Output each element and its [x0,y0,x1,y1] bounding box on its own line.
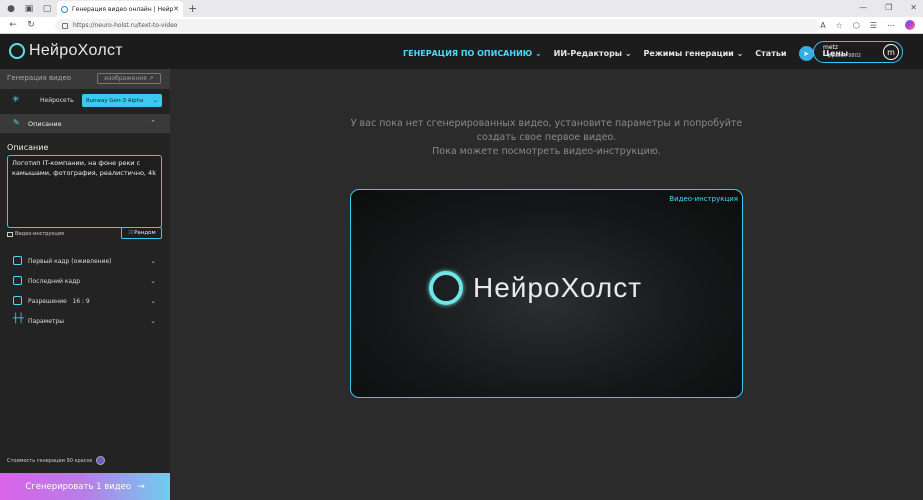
window-close-icon[interactable]: ✕ [910,3,917,12]
image-icon [13,276,22,285]
empty-state-message: У вас пока нет сгенерированных видео, ус… [350,118,743,157]
site-header: НейроХолст ГЕНЕРАЦИЯ ПО ОПИСАНИЮ ⌄ ИИ-Ре… [0,34,923,69]
avatar[interactable]: m [883,44,899,60]
user-credits: Красок 9802 [828,53,861,59]
resolution-accordion[interactable]: Разрешение 16 : 9 ⌄ [0,292,170,311]
browser-tab[interactable]: Генерация видео онлайн | Нейр ✕ [57,1,183,17]
main-area: У вас пока нет сгенерированных видео, ус… [170,69,923,500]
minimize-icon[interactable]: — [859,3,867,12]
description-title: Описание [7,143,49,152]
images-button[interactable]: изображения ↗ [97,73,161,84]
site-logo[interactable]: НейроХолст [9,42,123,60]
sidebar-title: Генерация видео [7,74,72,82]
description-accordion-label: Описание [28,120,62,128]
description-accordion[interactable]: ✎ Описание ⌃ [0,114,170,133]
tab-actions-icon[interactable]: ▢ [40,2,54,16]
logo-text: НейроХолст [29,42,123,59]
network-icon: ✳ [12,95,20,105]
chevron-down-icon: ⌄ [152,97,158,104]
browser-tab-bar: ● ▣ ▢ Генерация видео онлайн | Нейр ✕ + … [0,0,923,17]
chevron-down-icon: ⌄ [150,297,156,305]
pencil-icon: ✎ [13,118,20,127]
network-row: ✳ Нейросеть Runway Gen-3 Alpha ⌄ [0,90,170,112]
first-frame-label: Первый кадр (оживление) [28,258,112,265]
top-nav: ГЕНЕРАЦИЯ ПО ОПИСАНИЮ ⌄ ИИ-Редакторы ⌄ Р… [403,46,860,61]
video-label: Видео-инструкция [669,195,738,203]
film-icon [7,231,13,237]
browser-address-bar: ← ↻ https://neuro-holst.ru/text-to-video… [0,17,923,34]
first-frame-accordion[interactable]: Первый кадр (оживление) ⌄ [0,252,170,271]
tab-favicon-icon [61,5,68,13]
url-field[interactable]: https://neuro-holst.ru/text-to-video [55,19,820,32]
chevron-up-icon: ⌃ [150,119,156,127]
nav-articles[interactable]: Статьи [755,49,786,58]
network-label: Нейросеть [40,97,74,104]
generation-cost: Стоимость генерации 90 красок [7,456,105,465]
sidebar-header: Генерация видео изображения ↗ [0,69,170,89]
logo-ring-icon [9,43,25,59]
video-brand: НейроХолст [429,271,642,305]
parameters-label: Параметры [28,318,64,325]
restore-icon[interactable]: ❐ [885,3,892,12]
sidebar: Генерация видео изображения ↗ ✳ Нейросет… [0,69,170,500]
nav-generation-by-description[interactable]: ГЕНЕРАЦИЯ ПО ОПИСАНИЮ ⌄ [403,49,542,58]
user-badge[interactable]: metz Красок 9802 m [813,41,903,63]
new-tab-icon[interactable]: + [188,2,197,15]
last-frame-label: Последний кадр [28,278,81,285]
video-brand-text: НейроХолст [473,272,643,303]
favorites-icon[interactable]: ☰ [870,21,877,30]
telegram-icon[interactable]: ➤ [798,46,814,61]
generate-button[interactable]: Сгенерировать 1 видео → [0,473,170,500]
chevron-down-icon: ⌄ [150,317,156,325]
resolution-label: Разрешение 16 : 9 [28,298,90,305]
read-aloud-icon[interactable]: A [820,21,825,30]
coin-icon [95,456,105,465]
aspect-ratio-icon [13,296,22,305]
more-icon[interactable]: ⋯ [887,21,895,30]
workspaces-icon[interactable]: ▣ [22,2,36,16]
nav-generation-modes[interactable]: Режимы генерации ⌄ [644,49,744,58]
shuffle-icon: ⤨ [127,229,133,236]
chevron-down-icon: ⌄ [150,277,156,285]
logo-ring-icon [429,271,463,305]
extensions-icon[interactable]: ⬡ [853,21,860,30]
favorite-star-icon[interactable]: ☆ [836,21,843,30]
nav-ai-editors[interactable]: ИИ-Редакторы ⌄ [554,49,632,58]
last-frame-accordion[interactable]: Последний кадр ⌄ [0,272,170,291]
chevron-down-icon: ⌄ [150,257,156,265]
tab-close-icon[interactable]: ✕ [173,5,179,13]
video-guide-player[interactable]: Видео-инструкция НейроХолст [350,189,743,398]
lock-icon [62,22,68,29]
copilot-icon[interactable] [905,20,915,30]
description-textarea[interactable]: Логотип IT-компании, на фоне реки с камы… [7,155,162,228]
image-icon [13,256,22,265]
arrow-right-icon: → [137,481,145,492]
network-select[interactable]: Runway Gen-3 Alpha ⌄ [82,94,162,107]
tab-title: Генерация видео онлайн | Нейр [72,5,174,13]
random-button[interactable]: ⤨ Рандом [121,227,162,239]
back-icon[interactable]: ← [8,20,18,30]
network-value: Runway Gen-3 Alpha [86,97,144,104]
profile-icon[interactable]: ● [4,2,18,16]
video-guide-link[interactable]: Видео-инструкция [7,231,64,237]
refresh-icon[interactable]: ↻ [26,20,36,30]
user-name: metz [823,44,839,51]
url-text: https://neuro-holst.ru/text-to-video [73,22,178,29]
sliders-icon: ┼┼ [13,314,24,324]
parameters-accordion[interactable]: ┼┼ Параметры ⌄ [0,312,170,331]
